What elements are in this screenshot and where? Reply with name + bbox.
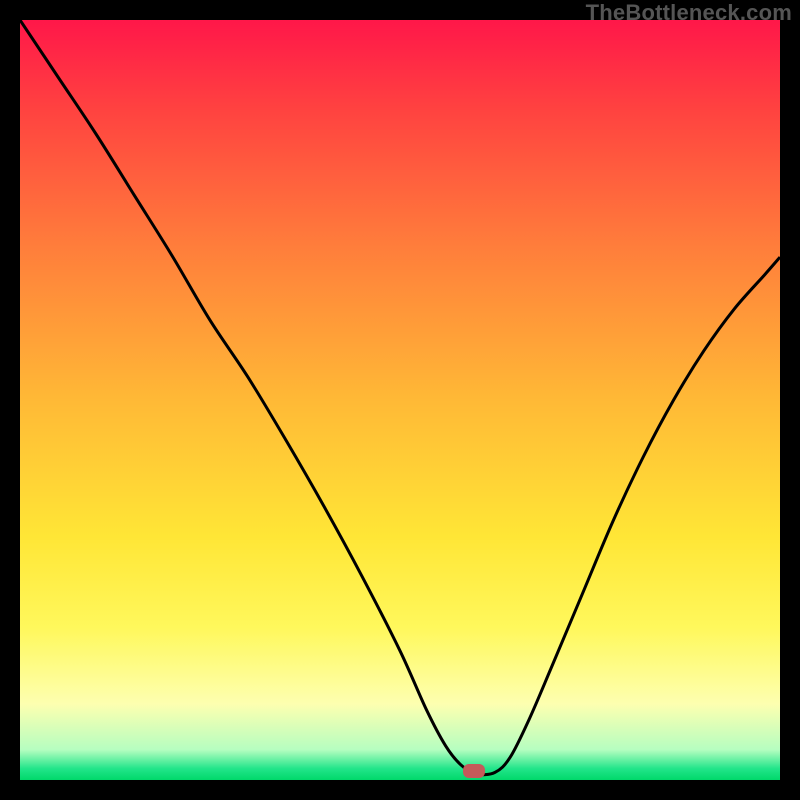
bottleneck-curve xyxy=(20,20,780,775)
watermark-label: TheBottleneck.com xyxy=(586,0,792,26)
curve-layer xyxy=(20,20,780,780)
optimal-marker xyxy=(463,764,485,778)
plot-area xyxy=(20,20,780,780)
chart-frame xyxy=(20,20,780,780)
